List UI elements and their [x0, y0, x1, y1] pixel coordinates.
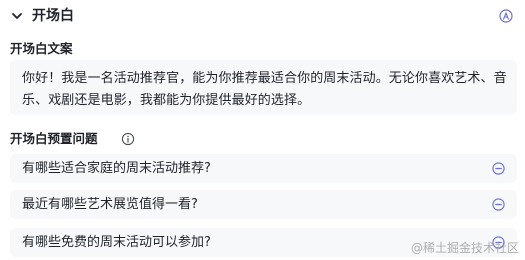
- preset-question-text: 有哪些免费的周末活动可以参加?: [22, 235, 211, 250]
- info-icon[interactable]: [121, 132, 135, 146]
- opening-text-line-1: 你好！我是一名活动推荐官，能为你推荐最适合你的周末活动。无论你喜欢艺术、音: [22, 71, 507, 86]
- preset-question-row[interactable]: 有哪些适合家庭的周末活动推荐?: [10, 154, 517, 183]
- chevron-down-icon[interactable]: [10, 9, 24, 23]
- opening-text-input[interactable]: 你好！我是一名活动推荐官，能为你推荐最适合你的周末活动。无论你喜欢艺术、音 乐、…: [10, 60, 517, 115]
- minus-circle-icon[interactable]: [492, 198, 505, 211]
- minus-circle-icon[interactable]: [492, 162, 505, 175]
- ai-assist-icon[interactable]: [499, 9, 513, 23]
- preset-question-row[interactable]: 最近有哪些艺术展览值得一看?: [10, 190, 517, 219]
- preset-questions-label: 开场白预置问题: [10, 131, 98, 146]
- opening-remarks-panel: 开场白 开场白文案 你好！我是一名活动推荐官，能为你推荐最适合你的周末活动。无论…: [0, 0, 525, 260]
- section-title: 开场白: [32, 8, 74, 24]
- opening-text-label: 开场白文案: [10, 41, 73, 56]
- opening-text-line-2: 乐、戏剧还是电影，我都能为你提供最好的选择。: [22, 93, 311, 108]
- section-header[interactable]: 开场白: [0, 0, 525, 34]
- preset-question-text: 有哪些适合家庭的周末活动推荐?: [22, 161, 211, 176]
- watermark: @稀土掘金技术社区: [410, 241, 519, 255]
- preset-question-text: 最近有哪些艺术展览值得一看?: [22, 197, 198, 212]
